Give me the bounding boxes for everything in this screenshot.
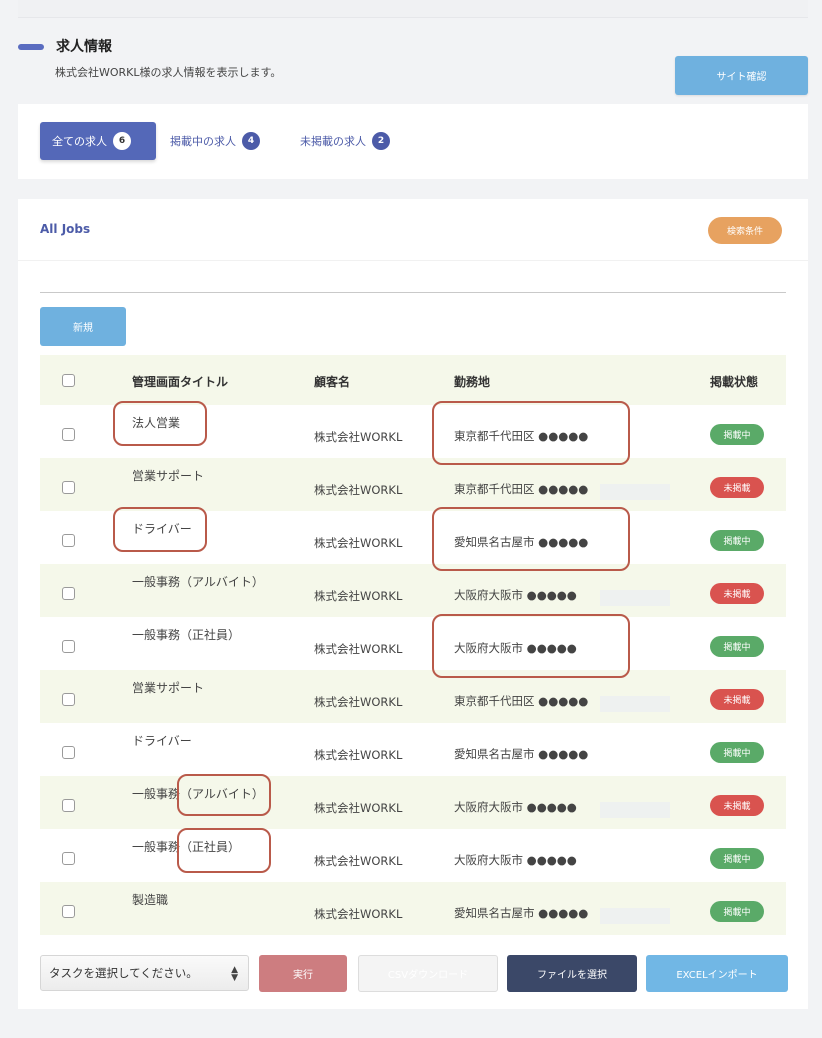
status-badge: 掲載中 [710, 901, 764, 922]
job-title-link[interactable]: 一般事務（正社員） [132, 626, 240, 643]
row-checkbox[interactable] [62, 905, 75, 918]
client-name: 株式会社WORKL [314, 430, 403, 444]
select-arrows-icon: ▲ ▼ [231, 965, 238, 983]
table-row[interactable]: 営業サポート 株式会社WORKL 東京都千代田区 ●●●●● 未掲載 [40, 670, 786, 723]
choose-file-button[interactable]: ファイルを選択 [507, 955, 637, 992]
cell-shade [600, 908, 670, 924]
table-row[interactable]: 製造職 株式会社WORKL 愛知県名古屋市 ●●●●● 掲載中 [40, 882, 786, 935]
client-name: 株式会社WORKL [314, 907, 403, 921]
excel-import-button[interactable]: EXCELインポート [646, 955, 788, 992]
annotation-circle [177, 774, 271, 816]
client-name: 株式会社WORKL [314, 854, 403, 868]
annotation-circle [432, 401, 630, 465]
status-badge: 掲載中 [710, 636, 764, 657]
new-job-button[interactable]: 新規 [40, 307, 126, 346]
cell-shade [600, 802, 670, 818]
select-all-checkbox[interactable] [62, 374, 75, 387]
jobs-card: All Jobs 検索条件 新規 管理画面タイトル 顧客名 勤務地 掲載状態 法… [18, 199, 808, 1009]
row-checkbox[interactable] [62, 746, 75, 759]
status-badge: 掲載中 [710, 530, 764, 551]
job-title-link[interactable]: 営業サポート [132, 467, 204, 484]
column-header-title[interactable]: 管理画面タイトル [132, 373, 228, 390]
bulk-action-bar: タスクを選択してください。 ▲ ▼ 実行 CSVダウンロード ファイルを選択 EX… [40, 947, 788, 992]
tab-all-jobs[interactable]: 全ての求人 6 [40, 122, 156, 160]
execute-button[interactable]: 実行 [259, 955, 347, 992]
tab-published-jobs[interactable]: 掲載中の求人 4 [170, 122, 260, 160]
page-subtitle: 株式会社WORKL様の求人情報を表示します。 [55, 66, 282, 79]
row-checkbox[interactable] [62, 693, 75, 706]
row-checkbox[interactable] [62, 587, 75, 600]
row-checkbox[interactable] [62, 852, 75, 865]
status-badge: 未掲載 [710, 795, 764, 816]
tab-label: 掲載中の求人 [170, 135, 236, 148]
job-title-link[interactable]: 一般事務（アルバイト） [132, 573, 264, 590]
work-location: 大阪府大阪市 ●●●●● [454, 588, 577, 602]
top-strip [18, 0, 808, 18]
annotation-circle [113, 507, 207, 552]
client-name: 株式会社WORKL [314, 748, 403, 762]
work-location: 愛知県名古屋市 ●●●●● [454, 747, 589, 761]
table-row[interactable]: 一般事務（アルバイト） 株式会社WORKL 大阪府大阪市 ●●●●● 未掲載 [40, 564, 786, 617]
annotation-circle [177, 828, 271, 873]
row-checkbox[interactable] [62, 428, 75, 441]
client-name: 株式会社WORKL [314, 695, 403, 709]
client-name: 株式会社WORKL [314, 801, 403, 815]
row-checkbox[interactable] [62, 481, 75, 494]
count-badge: 6 [113, 132, 131, 150]
work-location: 大阪府大阪市 ●●●●● [454, 800, 577, 814]
tab-label: 未掲載の求人 [300, 135, 366, 148]
client-name: 株式会社WORKL [314, 589, 403, 603]
cell-shade [600, 696, 670, 712]
status-badge: 掲載中 [710, 742, 764, 763]
tab-unpublished-jobs[interactable]: 未掲載の求人 2 [300, 122, 390, 160]
table-row[interactable]: 一般事務（正社員） 株式会社WORKL 大阪府大阪市 ●●●●● 掲載中 [40, 617, 786, 670]
status-badge: 未掲載 [710, 583, 764, 604]
status-badge: 未掲載 [710, 689, 764, 710]
jobs-card-title: All Jobs [40, 222, 91, 236]
annotation-circle [432, 507, 630, 571]
row-checkbox[interactable] [62, 640, 75, 653]
column-header-status[interactable]: 掲載状態 [710, 373, 758, 390]
section-header: 求人情報 株式会社WORKL様の求人情報を表示します。 サイト確認 [18, 34, 808, 104]
job-title-link[interactable]: ドライバー [132, 732, 192, 749]
tabs-card: 全ての求人 6 掲載中の求人 4 未掲載の求人 2 [18, 104, 808, 179]
work-location: 大阪府大阪市 ●●●●● [454, 853, 577, 867]
table-row[interactable]: 一般事務（正社員） 株式会社WORKL 大阪府大阪市 ●●●●● 掲載中 [40, 829, 786, 882]
table-row[interactable]: 営業サポート 株式会社WORKL 東京都千代田区 ●●●●● 未掲載 [40, 458, 786, 511]
status-badge: 掲載中 [710, 424, 764, 445]
client-name: 株式会社WORKL [314, 483, 403, 497]
status-badge: 掲載中 [710, 848, 764, 869]
search-conditions-button[interactable]: 検索条件 [708, 217, 782, 244]
cell-shade [600, 484, 670, 500]
column-header-client[interactable]: 顧客名 [314, 373, 350, 390]
table-row[interactable]: ドライバー 株式会社WORKL 愛知県名古屋市 ●●●●● 掲載中 [40, 723, 786, 776]
divider [40, 292, 786, 293]
section-bar-icon [18, 44, 44, 50]
count-badge: 2 [372, 132, 390, 150]
page-title: 求人情報 [56, 39, 112, 55]
table-row[interactable]: 一般事務（アルバイト） 株式会社WORKL 大阪府大阪市 ●●●●● 未掲載 [40, 776, 786, 829]
row-checkbox[interactable] [62, 799, 75, 812]
count-badge: 4 [242, 132, 260, 150]
column-header-location[interactable]: 勤務地 [454, 373, 490, 390]
table-header-row: 管理画面タイトル 顧客名 勤務地 掲載状態 [40, 355, 786, 405]
client-name: 株式会社WORKL [314, 536, 403, 550]
cell-shade [600, 590, 670, 606]
task-select[interactable]: タスクを選択してください。 ▲ ▼ [40, 955, 249, 991]
client-name: 株式会社WORKL [314, 642, 403, 656]
annotation-circle [113, 401, 207, 446]
csv-download-button[interactable]: CSVダウンロード [358, 955, 498, 992]
work-location: 東京都千代田区 ●●●●● [454, 694, 589, 708]
work-location: 東京都千代田区 ●●●●● [454, 482, 589, 496]
status-badge: 未掲載 [710, 477, 764, 498]
row-checkbox[interactable] [62, 534, 75, 547]
divider [18, 260, 808, 261]
task-select-value: タスクを選択してください。 [49, 966, 198, 980]
job-title-link[interactable]: 製造職 [132, 891, 168, 908]
tab-label: 全ての求人 [52, 135, 107, 148]
work-location: 愛知県名古屋市 ●●●●● [454, 906, 589, 920]
annotation-circle [432, 614, 630, 678]
job-title-link[interactable]: 営業サポート [132, 679, 204, 696]
site-check-button[interactable]: サイト確認 [675, 56, 808, 95]
